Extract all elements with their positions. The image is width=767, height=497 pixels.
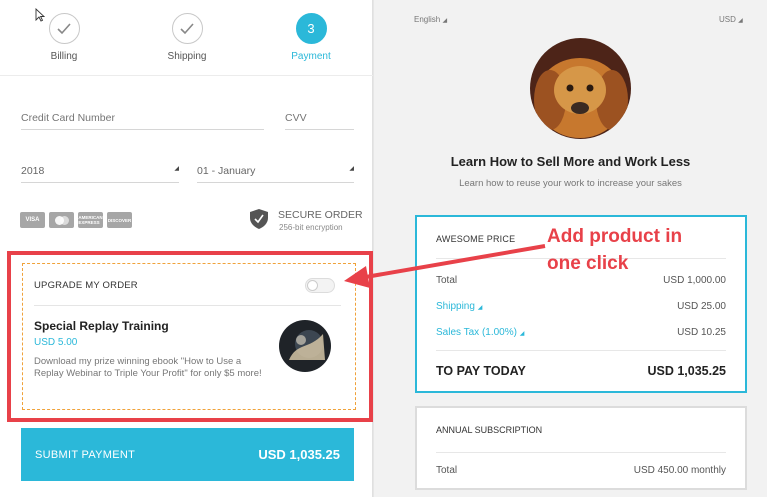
- dropdown-caret-icon: ◢: [442, 18, 448, 24]
- pay-today-label: TO PAY TODAY: [436, 364, 526, 378]
- pay-today-value: USD 1,035.25: [647, 364, 726, 378]
- shipping-row: Shipping ◢ USD 25.00: [436, 301, 726, 312]
- submit-payment-amount: USD 1,035.25: [258, 447, 340, 462]
- check-icon: [48, 13, 80, 44]
- submit-payment-button[interactable]: SUBMIT PAYMENT USD 1,035.25: [21, 428, 354, 481]
- step-shipping[interactable]: Shipping: [142, 13, 232, 62]
- dropdown-caret-icon: ◢: [738, 18, 743, 24]
- cvv-field[interactable]: [285, 108, 354, 130]
- annotation-line-2: one click: [547, 253, 629, 274]
- divider: [436, 452, 726, 453]
- expiry-year-value: 2018: [21, 165, 45, 177]
- language-selector[interactable]: English ◢: [414, 15, 447, 24]
- annual-subscription-box: ANNUAL SUBSCRIPTION Total USD 450.00 mon…: [415, 406, 747, 490]
- upgrade-order-label: UPGRADE MY ORDER: [34, 280, 138, 291]
- expiry-month-select[interactable]: 01 - January ◢: [197, 161, 354, 183]
- check-icon: [171, 13, 203, 44]
- card-number-input[interactable]: [21, 112, 264, 124]
- expiry-month-value: 01 - January: [197, 165, 256, 177]
- step-payment-label: Payment: [291, 51, 331, 62]
- upgrade-product-name: Special Replay Training: [34, 319, 169, 333]
- card-number-field[interactable]: [21, 108, 264, 130]
- product-subtitle: Learn how to reuse your work to increase…: [459, 178, 682, 189]
- annotation-arrow-icon: [344, 244, 546, 288]
- order-bump: UPGRADE MY ORDER Special Replay Training…: [22, 263, 356, 410]
- annual-total-row: Total USD 450.00 monthly: [436, 465, 726, 476]
- submit-payment-label: SUBMIT PAYMENT: [35, 448, 136, 461]
- expand-caret-icon: ◢: [519, 331, 525, 337]
- secure-order-subtitle: 256-bit encryption: [279, 223, 343, 232]
- tax-row: Sales Tax (1.00%) ◢ USD 10.25: [436, 327, 726, 338]
- shipping-label-text: Shipping: [436, 301, 475, 312]
- checkout-steps: Billing Shipping 3 Payment: [0, 0, 373, 76]
- visa-card-icon: VISA: [20, 212, 45, 228]
- cvv-input[interactable]: [285, 112, 354, 124]
- expiry-year-select[interactable]: 2018 ◢: [21, 161, 179, 183]
- dropdown-caret-icon: ◢: [174, 166, 179, 172]
- pay-today-row: TO PAY TODAY USD 1,035.25: [436, 364, 726, 378]
- shipping-value: USD 25.00: [677, 301, 726, 312]
- step-number: 3: [295, 13, 327, 44]
- currency-selector[interactable]: USD ◢: [719, 15, 743, 24]
- upgrade-product-image: [279, 320, 331, 372]
- toggle-knob: [307, 280, 318, 291]
- annotation-line-1: Add product in: [547, 226, 683, 247]
- product-avatar: [530, 38, 631, 139]
- secure-order-title: SECURE ORDER: [278, 209, 363, 221]
- step-billing[interactable]: Billing: [19, 13, 109, 62]
- upgrade-product-price: USD 5.00: [34, 337, 78, 348]
- tax-label-text: Sales Tax (1.00%): [436, 327, 517, 338]
- tax-value: USD 10.25: [677, 327, 726, 338]
- tax-label[interactable]: Sales Tax (1.00%) ◢: [436, 327, 524, 338]
- shipping-label[interactable]: Shipping ◢: [436, 301, 482, 312]
- expand-caret-icon: ◢: [477, 305, 483, 311]
- divider: [34, 305, 341, 306]
- upgrade-highlight-box: UPGRADE MY ORDER Special Replay Training…: [7, 251, 373, 422]
- language-value: English: [414, 15, 441, 24]
- checkout-form-panel: Billing Shipping 3 Payment 2018 ◢ 01 - J…: [0, 0, 373, 497]
- accepted-cards: VISA AMERICAN EXPRESS DISCOVER: [20, 212, 132, 228]
- product-title: Learn How to Sell More and Work Less: [450, 154, 691, 169]
- dropdown-caret-icon: ◢: [349, 166, 354, 172]
- annual-total-value: USD 450.00 monthly: [633, 465, 726, 476]
- annotation-text: Add product in one click: [547, 223, 747, 277]
- step-billing-label: Billing: [50, 51, 78, 62]
- shield-icon: [250, 209, 268, 229]
- step-shipping-label: Shipping: [167, 51, 207, 62]
- upgrade-product-description: Download my prize winning ebook "How to …: [34, 356, 262, 379]
- discover-card-icon: DISCOVER: [107, 212, 132, 228]
- annual-heading: ANNUAL SUBSCRIPTION: [436, 425, 543, 435]
- amex-card-icon: AMERICAN EXPRESS: [78, 212, 103, 228]
- mouse-cursor-icon: [35, 8, 45, 22]
- mastercard-icon: [49, 212, 74, 228]
- currency-value: USD: [719, 15, 736, 24]
- divider: [436, 350, 726, 351]
- step-payment[interactable]: 3 Payment: [266, 13, 356, 62]
- annual-total-label: Total: [436, 465, 458, 476]
